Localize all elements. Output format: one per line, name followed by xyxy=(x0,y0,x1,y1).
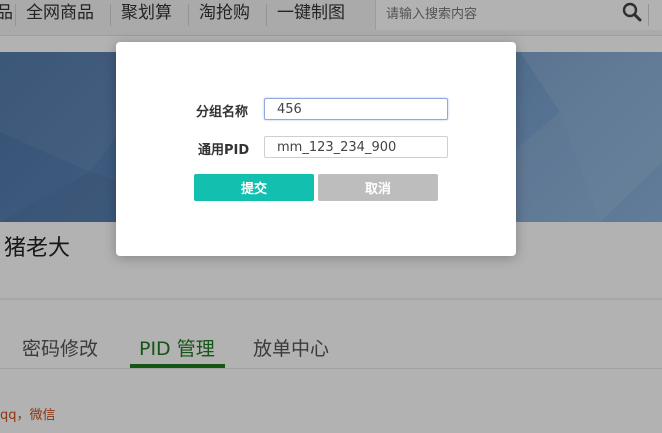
pid-input[interactable] xyxy=(264,136,448,158)
group-name-label: 分组名称 xyxy=(196,105,249,120)
cancel-button[interactable]: 取消 xyxy=(318,174,438,201)
add-pid-group-dialog: 分组名称 通用PID 提交 取消 xyxy=(116,42,516,256)
group-name-input[interactable] xyxy=(264,98,448,120)
submit-button[interactable]: 提交 xyxy=(194,174,314,201)
pid-label: 通用PID xyxy=(198,143,250,158)
